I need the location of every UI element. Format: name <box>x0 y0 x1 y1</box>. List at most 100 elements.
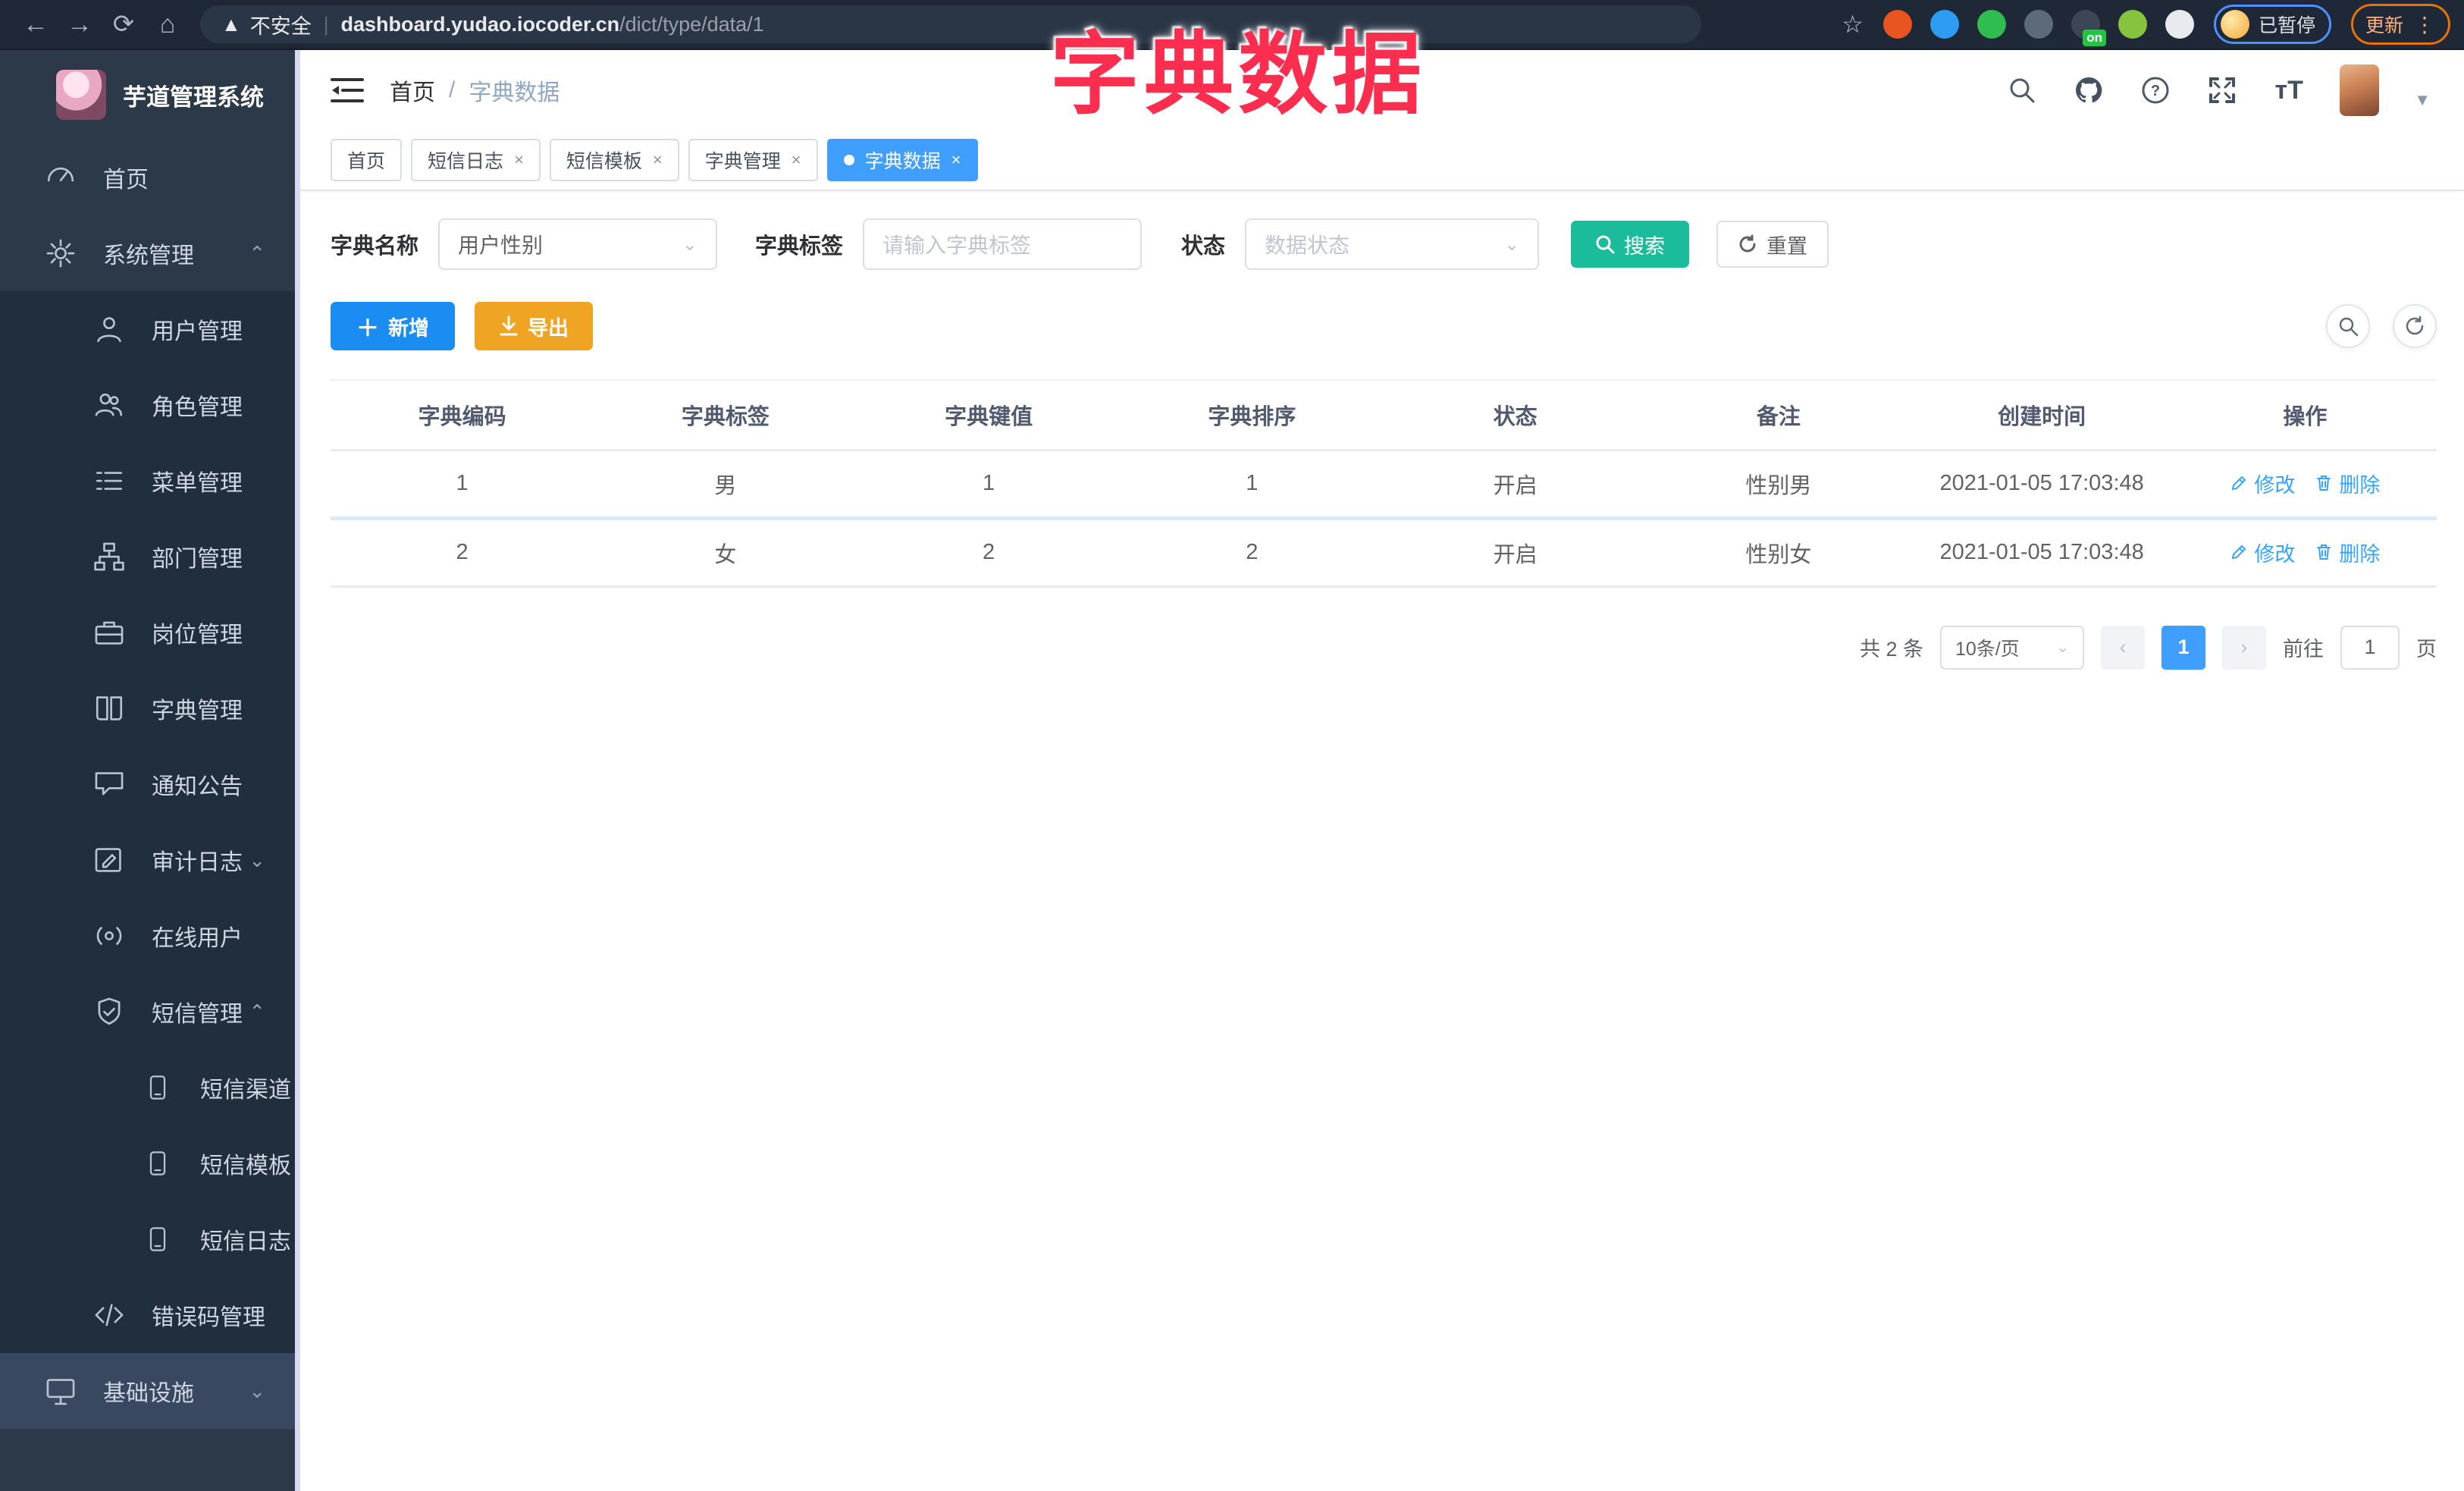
edit-link[interactable]: 修改 <box>2230 469 2295 498</box>
chevron-down-icon: ⌄ <box>249 848 265 871</box>
sidebar-item-home[interactable]: 首页 <box>0 140 300 215</box>
browser-home-icon[interactable]: ⌂ <box>146 6 190 42</box>
sidebar-item-sms-log[interactable]: 短信日志 <box>0 1201 300 1277</box>
font-size-icon[interactable]: ᴛT <box>2273 74 2305 106</box>
tab-sms-log[interactable]: 短信日志 × <box>411 139 541 181</box>
sidebar-item-role-management[interactable]: 角色管理 <box>0 367 300 443</box>
delete-link[interactable]: 删除 <box>2315 538 2380 567</box>
sidebar-item-menu-management[interactable]: 菜单管理 <box>0 443 300 519</box>
user-menu-caret-icon[interactable]: ▼ <box>2414 90 2431 110</box>
sidebar-item-online-users[interactable]: 在线用户 <box>0 898 300 974</box>
sidebar-item-user-management[interactable]: 用户管理 <box>0 291 300 367</box>
edit-link[interactable]: 修改 <box>2230 538 2295 567</box>
chat-icon <box>95 772 124 796</box>
browser-refresh-icon[interactable]: ⟳ <box>102 6 146 42</box>
sidebar-item-label: 部门管理 <box>152 547 243 572</box>
search-button[interactable]: 搜索 <box>1571 221 1690 268</box>
sidebar-item-department-management[interactable]: 部门管理 <box>0 519 300 595</box>
refresh-table-button[interactable] <box>2393 304 2437 348</box>
extension-orange-ring-icon[interactable] <box>1882 10 1912 39</box>
user-avatar[interactable] <box>2340 64 2380 116</box>
extension-puzzle-icon[interactable] <box>2165 10 2194 39</box>
tab-dict-data[interactable]: 字典数据 × <box>826 139 978 181</box>
table-cell: 1 <box>857 450 1121 520</box>
search-icon[interactable] <box>2006 74 2038 106</box>
breadcrumb-separator: / <box>449 77 456 102</box>
extension-blue-drop-icon[interactable] <box>1930 10 1959 39</box>
sidebar-item-error-code-management[interactable]: 错误码管理 <box>0 1277 300 1353</box>
close-tab-icon[interactable]: × <box>951 150 961 170</box>
main-area: 首页 / 字典数据 ? ᴛT ▼ 首页 短信日志 × 短信模板 × 字典管理 ×… <box>300 50 2464 1491</box>
browser-update-button[interactable]: 更新 ⋮ <box>2350 4 2450 45</box>
user-icon <box>97 317 121 343</box>
bookmark-star-icon[interactable]: ☆ <box>1842 10 1864 39</box>
reset-button[interactable]: 重置 <box>1716 221 1829 268</box>
tab-sms-template[interactable]: 短信模板 × <box>549 139 679 181</box>
page-number-1[interactable]: 1 <box>2161 625 2205 670</box>
browser-forward-icon[interactable]: → <box>58 6 102 42</box>
sidebar-item-label: 字典管理 <box>152 698 243 724</box>
extension-gray-tool-icon[interactable] <box>2024 10 2053 39</box>
breadcrumb-home[interactable]: 首页 <box>390 74 435 107</box>
github-icon[interactable] <box>2073 74 2105 106</box>
sidebar-item-audit-log[interactable]: 审计日志 ⌄ <box>0 822 300 898</box>
sidebar-menu: 首页系统管理 ⌃ 用户管理 角色管理菜单管理部门管理岗位管理字典管理通知公告 审计日志 ⌄… <box>0 140 300 1429</box>
extension-green-sprout-icon[interactable] <box>2118 10 2147 39</box>
export-button[interactable]: 导出 <box>475 302 593 350</box>
close-tab-icon[interactable]: × <box>653 150 663 170</box>
browser-menu-icon[interactable]: ⋮ <box>2414 12 2436 37</box>
sidebar-item-system-management[interactable]: 系统管理 ⌃ <box>0 215 300 291</box>
url-path: /dict/type/data/1 <box>619 12 764 36</box>
search-button-label: 搜索 <box>1624 234 1666 258</box>
sidebar-item-label: 系统管理 <box>103 243 194 268</box>
extension-green-check-icon[interactable] <box>1977 10 2006 39</box>
dict-label-label: 字典标签 <box>755 234 844 259</box>
collapse-sidebar-icon[interactable] <box>331 75 364 105</box>
sidebar-item-sms-template[interactable]: 短信模板 <box>0 1125 300 1201</box>
delete-link[interactable]: 删除 <box>2315 469 2380 498</box>
tab-home[interactable]: 首页 <box>331 139 403 181</box>
column-header: 字典排序 <box>1120 380 1384 451</box>
help-icon[interactable]: ? <box>2140 74 2171 106</box>
status-placeholder: 数据状态 <box>1265 234 1350 257</box>
goto-page-input[interactable]: 1 <box>2340 625 2400 670</box>
browser-profile-chip[interactable]: 已暂停 <box>2213 5 2331 44</box>
status-select[interactable]: 数据状态 ⌄ <box>1245 218 1540 270</box>
sidebar-item-label: 首页 <box>103 168 149 193</box>
sidebar-item-notice-announcement[interactable]: 通知公告 <box>0 746 300 822</box>
app-title: 芋道管理系统 <box>123 83 264 111</box>
address-bar[interactable]: ▲ 不安全 | dashboard.yudao.iocoder.cn /dict… <box>200 5 1701 43</box>
table-cell: 2 <box>857 518 1121 588</box>
edit-link-label: 修改 <box>2254 542 2296 566</box>
tree-icon <box>94 542 124 571</box>
browser-back-icon[interactable]: ← <box>14 6 58 42</box>
table-cell: 性别男 <box>1647 450 1911 520</box>
address-separator: | <box>323 12 329 36</box>
dict-label-input[interactable]: 请输入字典标签 <box>863 218 1143 270</box>
sidebar-item-sms-channel[interactable]: 短信渠道 <box>0 1050 300 1125</box>
close-tab-icon[interactable]: × <box>792 150 801 170</box>
tab-dict-management[interactable]: 字典管理 × <box>688 139 818 181</box>
next-page-button[interactable]: › <box>2222 625 2266 670</box>
page-size-select[interactable]: 10条/页 ⌄ <box>1940 625 2084 670</box>
table-tools <box>2326 304 2437 348</box>
column-header: 操作 <box>2173 380 2437 451</box>
status-label: 状态 <box>1181 234 1226 259</box>
page-content: 字典名称 用户性别 ⌄ 字典标签 请输入字典标签 状态 数据状态 ⌄ 搜索 重置… <box>300 191 2464 1491</box>
fullscreen-icon[interactable] <box>2206 74 2238 106</box>
sidebar-item-label: 菜单管理 <box>152 471 243 496</box>
sidebar-item-sms-management[interactable]: 短信管理 ⌃ <box>0 974 300 1050</box>
active-tab-dot <box>843 155 854 165</box>
dict-name-select[interactable]: 用户性别 ⌄ <box>438 218 718 270</box>
add-button[interactable]: ＋ 新增 <box>331 302 455 350</box>
table-cell: 女 <box>594 518 857 588</box>
hide-search-button[interactable] <box>2326 304 2370 348</box>
close-tab-icon[interactable]: × <box>514 150 524 170</box>
extension-dark-switch-icon[interactable]: on <box>2071 10 2106 46</box>
sidebar-item-dict-management[interactable]: 字典管理 <box>0 670 300 746</box>
sidebar-item-infrastructure[interactable]: 基础设施 ⌄ <box>0 1353 300 1429</box>
sidebar-item-post-management[interactable]: 岗位管理 <box>0 595 300 670</box>
table-row: 2 女 2 2 开启 性别女 2021-01-05 17:03:48 修改 删除 <box>331 518 2437 588</box>
sidebar-logo-row[interactable]: 芋道管理系统 <box>0 50 300 140</box>
prev-page-button[interactable]: ‹ <box>2101 625 2145 670</box>
